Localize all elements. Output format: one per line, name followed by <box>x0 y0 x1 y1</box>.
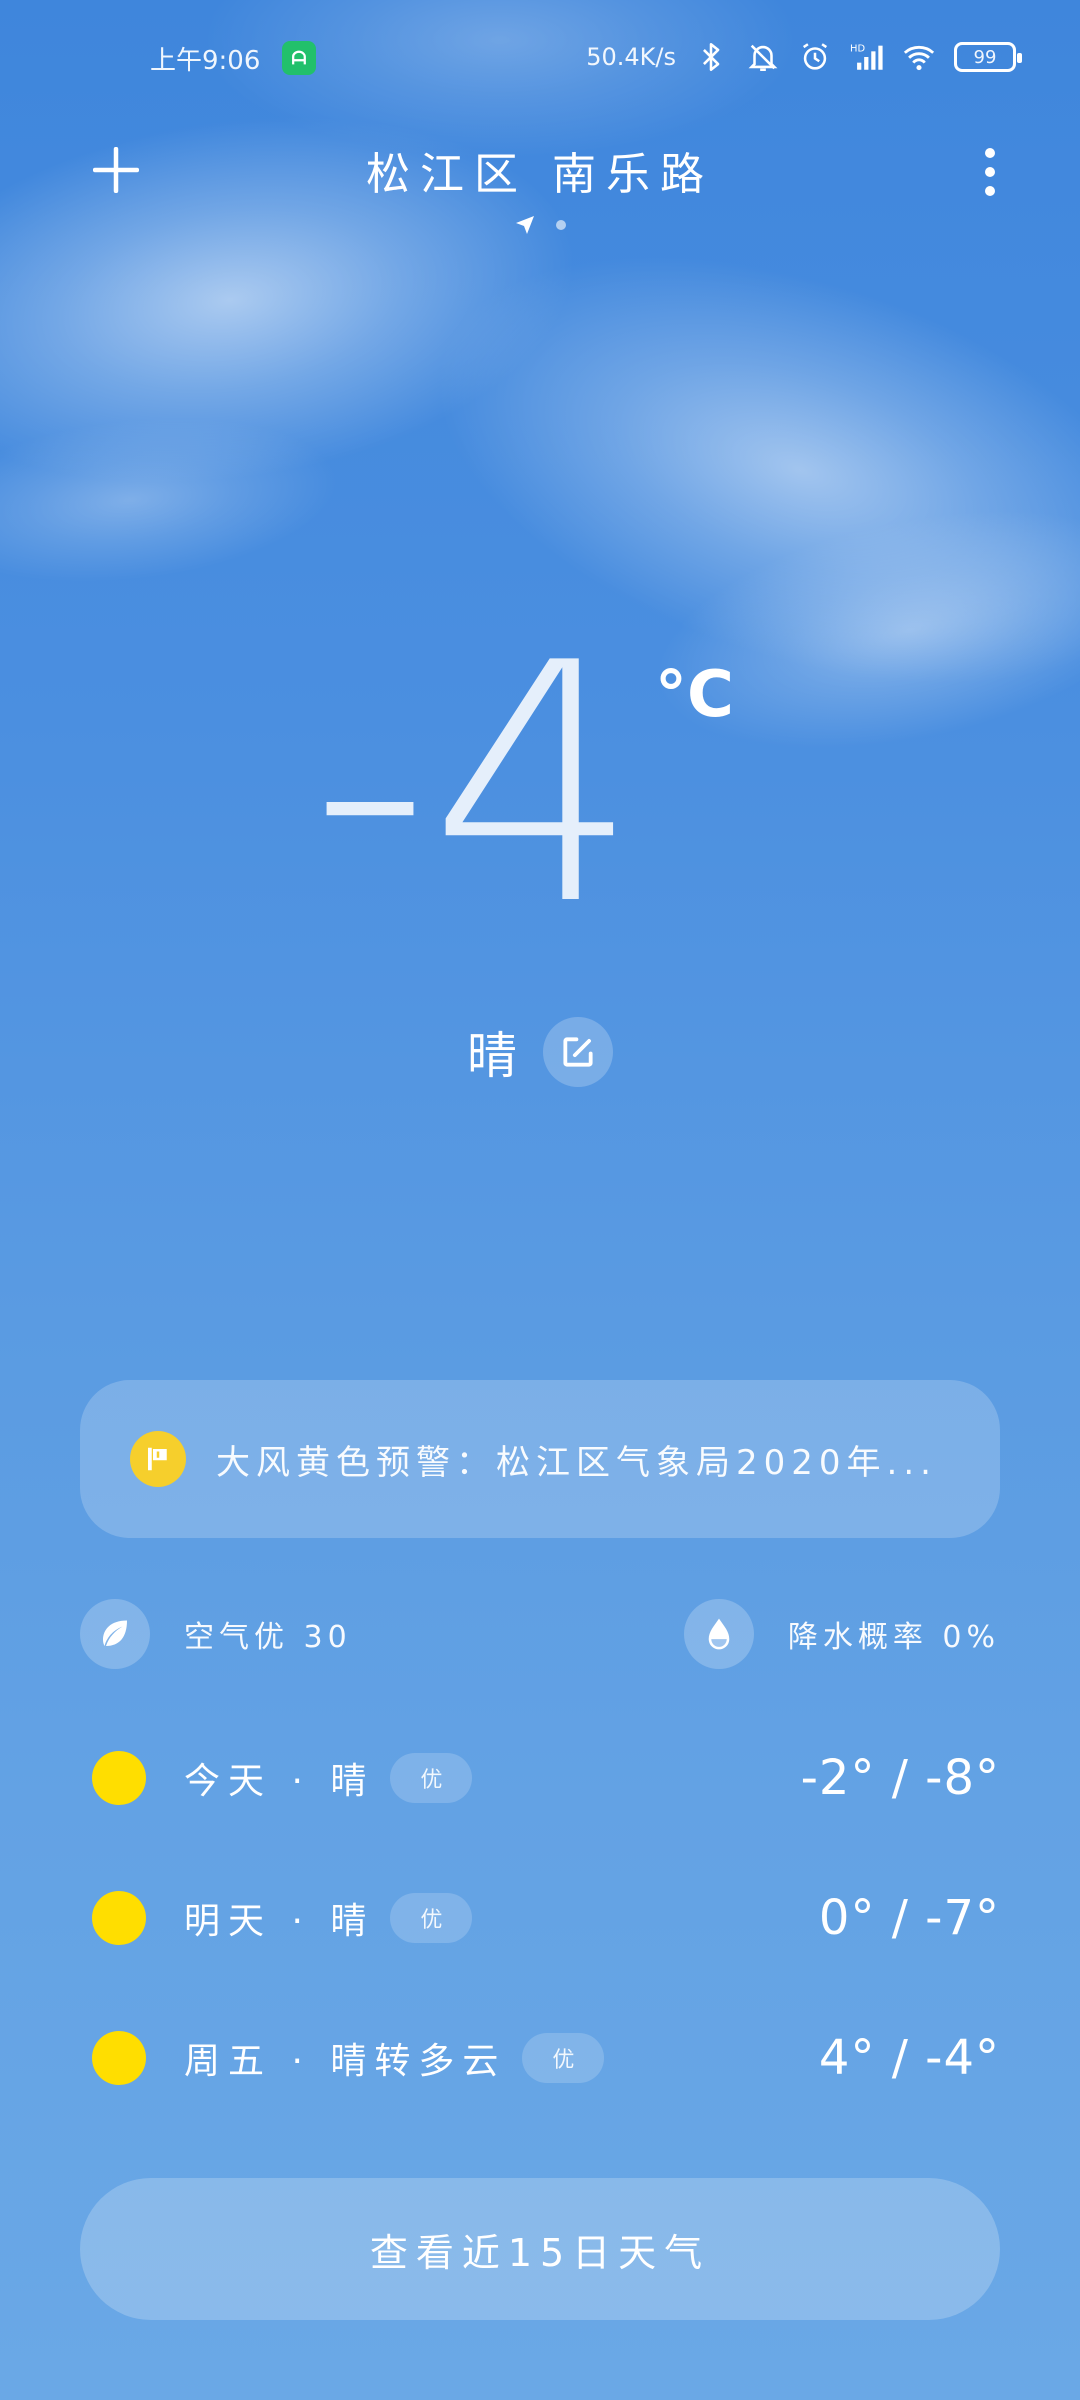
forecast-row[interactable]: 今天 · 晴 优 -2° / -8° <box>92 1742 1000 1814</box>
flag-icon <box>130 1431 186 1487</box>
status-time: 上午9:06 <box>150 46 261 76</box>
cloud <box>0 398 348 602</box>
air-quality-text: 空气优 30 <box>184 1620 352 1655</box>
page-indicator <box>0 214 1080 236</box>
leaf-icon <box>80 1599 150 1669</box>
page-dot <box>556 220 566 230</box>
info-row: 空气优 30 降水概率 0% <box>80 1598 1000 1670</box>
location-arrow-icon <box>516 216 534 234</box>
edit-button[interactable] <box>543 1017 613 1087</box>
precipitation[interactable]: 降水概率 0% <box>683 1599 1000 1669</box>
forecast-left: 明天 · 晴 优 <box>92 1891 473 1945</box>
aqi-badge: 优 <box>522 2033 605 2083</box>
alert-text: 大风黄色预警：松江区气象局2020年... <box>216 1442 936 1483</box>
view-15-day-forecast-button[interactable]: 查看近15日天气 <box>80 2178 1000 2320</box>
edit-icon <box>563 1037 593 1067</box>
weather-alert-card[interactable]: 大风黄色预警：松江区气象局2020年... <box>80 1380 1000 1538</box>
forecast-temps: 4° / -4° <box>818 2030 1000 2086</box>
forecast-left: 今天 · 晴 优 <box>92 1751 473 1805</box>
precipitation-text: 降水概率 0% <box>787 1620 1000 1655</box>
battery-icon: 99 <box>954 42 1022 72</box>
temperature-value: -4 <box>310 593 640 977</box>
current-temperature: -4 °C <box>0 620 1080 960</box>
city-title[interactable]: 松江区 南乐路 <box>0 138 1080 202</box>
air-quality[interactable]: 空气优 30 <box>80 1599 352 1669</box>
forecast-left: 周五 · 晴转多云 优 <box>92 2031 605 2085</box>
status-bar: 上午9:06 ᗩ 50.4K/s HD 99 <box>0 0 1080 116</box>
app-notification-icon: ᗩ <box>282 41 316 75</box>
hd-signal-icon: HD <box>850 43 883 70</box>
alarm-icon <box>802 43 828 70</box>
status-icons: 50.4K/s HD 99 <box>586 40 1022 74</box>
wifi-icon <box>903 45 935 71</box>
sun-icon <box>92 2031 146 2085</box>
aqi-badge: 优 <box>390 1753 473 1803</box>
svg-text:HD: HD <box>850 43 865 54</box>
forecast-day: 今天 · 晴 <box>184 1761 375 1802</box>
temperature-unit: °C <box>655 658 734 732</box>
water-drop-icon <box>683 1599 754 1669</box>
daily-forecast: 今天 · 晴 优 -2° / -8° 明天 · 晴 优 0° / -7° 周五 … <box>92 1742 1000 2162</box>
aqi-badge: 优 <box>390 1893 473 1943</box>
condition-row: 晴 <box>0 1016 1080 1088</box>
bluetooth-icon <box>703 42 720 72</box>
forecast-day: 周五 · 晴转多云 <box>184 2041 507 2082</box>
sun-icon <box>92 1751 146 1805</box>
network-speed: 50.4K/s <box>586 43 676 71</box>
forecast-temps: -2° / -8° <box>800 1750 1000 1806</box>
forecast-day: 明天 · 晴 <box>184 1901 375 1942</box>
weather-screen: 上午9:06 ᗩ 50.4K/s HD 99 松江区 南乐路 -4 °C 晴 大… <box>0 0 1080 2400</box>
forecast-row[interactable]: 明天 · 晴 优 0° / -7° <box>92 1882 1000 1954</box>
forecast-row[interactable]: 周五 · 晴转多云 优 4° / -4° <box>92 2022 1000 2094</box>
mute-bell-icon <box>748 44 778 72</box>
more-options-button[interactable] <box>970 140 1010 204</box>
forecast-temps: 0° / -7° <box>818 1890 1000 1946</box>
more-vertical-icon <box>985 148 995 196</box>
weather-condition: 晴 <box>467 1027 517 1085</box>
sun-icon <box>92 1891 146 1945</box>
